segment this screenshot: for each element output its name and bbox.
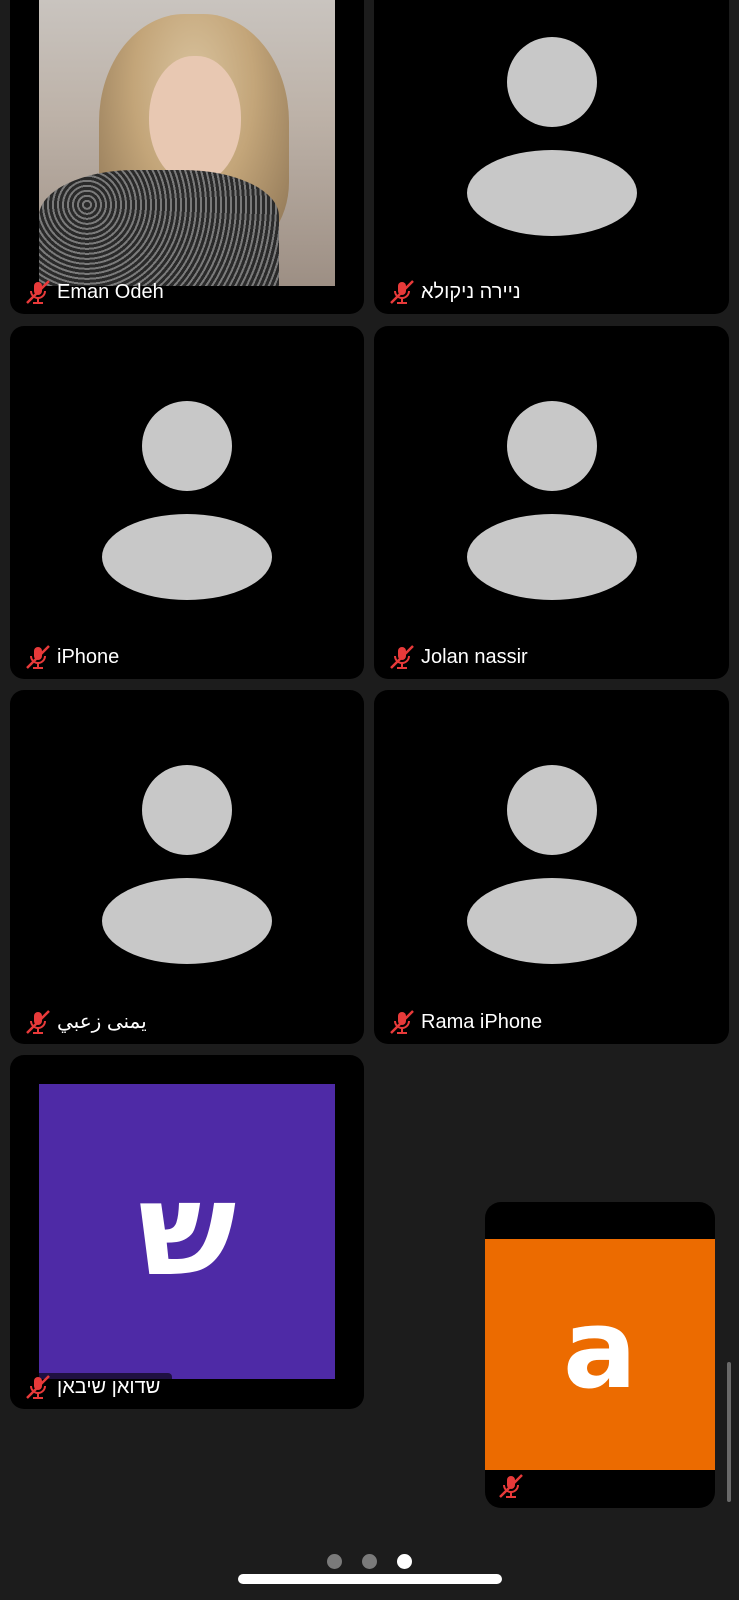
participant-tile[interactable]: ניירה ניקולא: [374, 0, 729, 314]
page-dot-3[interactable]: [397, 1554, 412, 1569]
avatar-placeholder-icon: [142, 765, 232, 855]
avatar-placeholder-body: [102, 878, 272, 964]
participant-label: يمنى زعبي: [24, 1008, 147, 1036]
mic-off-icon: [390, 280, 414, 304]
participant-label: Jolan nassir: [388, 643, 528, 671]
participant-label: Eman Odeh: [24, 278, 164, 306]
avatar-placeholder-icon: [506, 765, 597, 855]
participant-label: iPhone: [24, 643, 119, 671]
home-indicator[interactable]: [238, 1574, 502, 1584]
page-dot-1[interactable]: [327, 1554, 342, 1569]
mic-off-icon: [26, 280, 50, 304]
mic-off-icon: [390, 645, 414, 669]
mic-off-icon: [26, 645, 50, 669]
participant-name: Eman Odeh: [57, 281, 164, 303]
participant-name: iPhone: [57, 646, 120, 668]
page-dot-2[interactable]: [362, 1554, 377, 1569]
self-avatar-initial: a: [562, 1285, 638, 1413]
self-view-tile[interactable]: a: [485, 1202, 715, 1508]
mic-off-icon: [26, 1375, 50, 1399]
mic-off-icon: [26, 1010, 50, 1034]
self-initial-avatar: a: [485, 1239, 715, 1470]
avatar-initial: ש: [137, 1153, 237, 1305]
avatar-placeholder-body: [466, 514, 637, 600]
participant-name: Rama iPhone: [421, 1011, 543, 1033]
participant-tile[interactable]: Rama iPhone: [374, 690, 729, 1044]
participant-name: Jolan nassir: [421, 646, 528, 668]
avatar-placeholder-icon: [142, 401, 232, 491]
participant-label: שדואן שיבאן: [24, 1373, 173, 1401]
mic-off-icon: [499, 1474, 523, 1498]
participant-tile[interactable]: Jolan nassir: [374, 326, 729, 679]
participant-tile[interactable]: Eman Odeh: [10, 0, 364, 314]
participant-tile[interactable]: ש שדואן שיבאן: [10, 1055, 364, 1409]
avatar-placeholder-icon: [506, 401, 597, 491]
participant-label: ניירה ניקולא: [388, 278, 521, 306]
participant-name: ניירה ניקולא: [421, 281, 521, 303]
page-indicator[interactable]: [0, 1554, 739, 1569]
participant-name: שדואן שיבאן: [57, 1376, 161, 1398]
participant-tile[interactable]: iPhone: [10, 326, 364, 679]
avatar-placeholder-body: [466, 878, 637, 964]
participant-initial-avatar: ש: [39, 1084, 335, 1379]
participant-label: Rama iPhone: [388, 1008, 542, 1036]
participant-name: يمنى زعبي: [57, 1011, 147, 1033]
scroll-indicator[interactable]: [727, 1362, 731, 1502]
mic-off-icon: [390, 1010, 414, 1034]
avatar-placeholder-icon: [506, 37, 597, 127]
participant-tile[interactable]: يمنى زعبي: [10, 690, 364, 1044]
avatar-placeholder-body: [102, 514, 272, 600]
participant-photo: [39, 0, 335, 286]
avatar-placeholder-body: [466, 150, 637, 236]
